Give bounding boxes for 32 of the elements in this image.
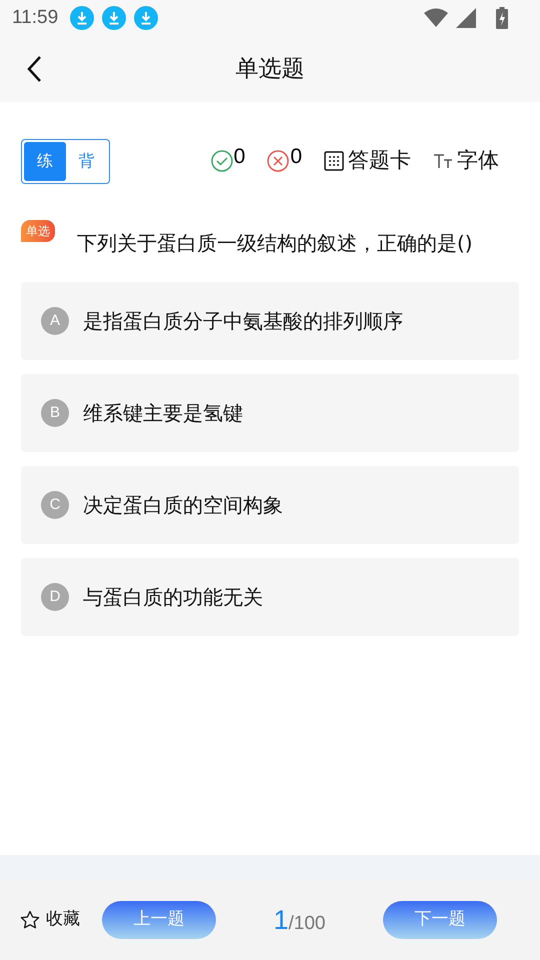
back-icon — [26, 55, 42, 83]
option-letter: A — [41, 307, 69, 335]
font-size-icon — [433, 153, 453, 169]
grid-icon — [324, 151, 344, 171]
answer-option[interactable]: A 是指蛋白质分子中氨基酸的排列顺序 — [21, 282, 519, 360]
download-icon — [102, 6, 126, 30]
option-letter: D — [41, 583, 69, 611]
wrong-count: 0 — [290, 144, 302, 170]
check-circle-icon — [210, 150, 233, 172]
cross-circle-icon — [267, 150, 290, 172]
question-text: 下列关于蛋白质一级结构的叙述，正确的是() — [77, 231, 473, 255]
answer-card-button[interactable]: 答题卡 — [324, 145, 411, 177]
signal-icon — [456, 8, 476, 28]
status-time: 11:59 — [12, 6, 58, 30]
option-letter: C — [41, 491, 69, 519]
question-total: /100 — [288, 912, 326, 936]
page-title: 单选题 — [236, 54, 304, 84]
star-icon — [20, 910, 40, 930]
answer-option[interactable]: C 决定蛋白质的空间构象 — [21, 466, 519, 544]
mode-tab[interactable]: 练 — [24, 142, 66, 180]
current-question-number: 1 — [273, 904, 289, 937]
option-letter: B — [41, 399, 69, 427]
favorite-button[interactable]: 收藏 — [20, 907, 80, 933]
question-type-tag: 单选 — [21, 220, 55, 242]
font-button[interactable]: 字体 — [433, 145, 499, 177]
download-icon — [134, 6, 158, 30]
correct-count: 0 — [234, 144, 246, 170]
download-icon — [70, 6, 94, 30]
answer-option[interactable]: B 维系键主要是氢键 — [21, 374, 519, 452]
battery-icon — [496, 7, 508, 29]
wifi-icon — [424, 8, 448, 28]
answer-option[interactable]: D 与蛋白质的功能无关 — [21, 558, 519, 636]
